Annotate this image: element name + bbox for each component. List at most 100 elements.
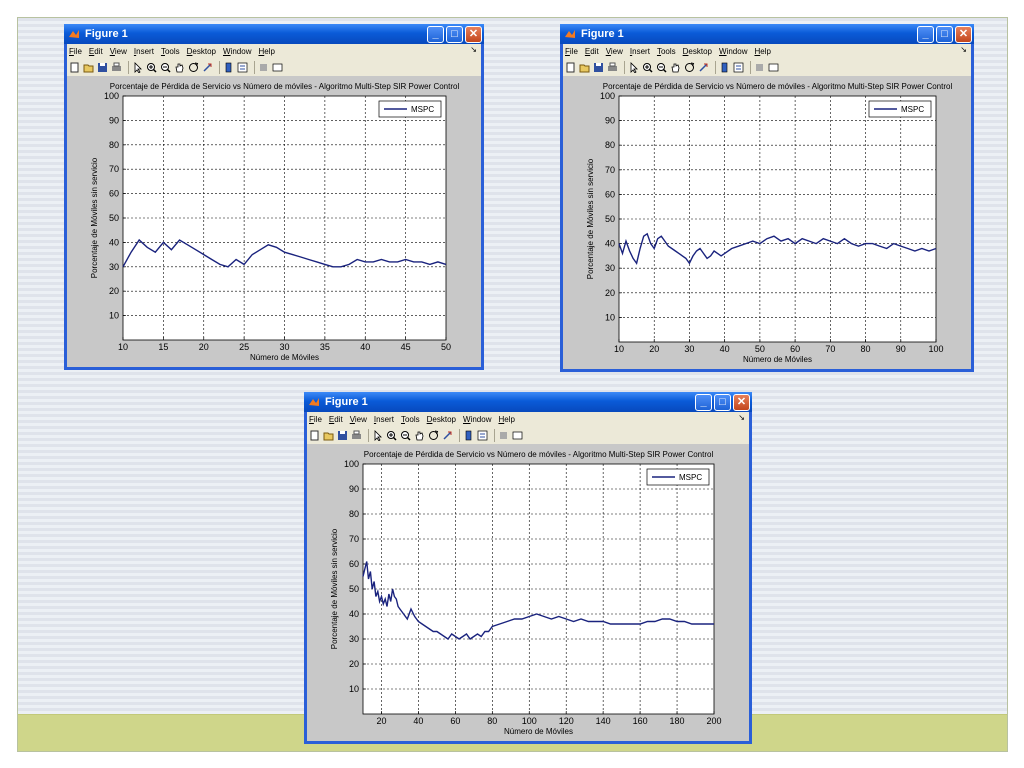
menu-insert[interactable]: Insert	[630, 47, 650, 56]
menu-file[interactable]: File	[565, 47, 578, 56]
open-file-icon[interactable]	[323, 430, 334, 441]
maximize-button[interactable]: □	[446, 25, 463, 43]
x-tick-label: 30	[684, 344, 694, 354]
save-icon[interactable]	[593, 62, 604, 73]
menu-view[interactable]: View	[110, 47, 127, 56]
menu-help[interactable]: Help	[754, 47, 770, 56]
y-axis-label: Porcentaje de Móviles sin servicio	[90, 157, 99, 278]
menu-edit[interactable]: Edit	[585, 47, 599, 56]
menu-file[interactable]: File	[69, 47, 82, 56]
close-button[interactable]: ✕	[465, 25, 482, 43]
save-icon[interactable]	[97, 62, 108, 73]
menu-edit[interactable]: Edit	[329, 415, 343, 424]
zoom-in-icon[interactable]	[642, 62, 653, 73]
toolbar-separator	[219, 60, 220, 74]
menu-tools[interactable]: Tools	[401, 415, 420, 424]
legend[interactable]: MSPC	[646, 468, 710, 486]
pointer-icon[interactable]	[372, 429, 383, 441]
y-tick-label: 30	[349, 634, 359, 644]
colorbar-icon[interactable]	[463, 430, 474, 441]
legend-icon[interactable]	[237, 62, 248, 73]
x-axis-label: Número de Móviles	[504, 727, 573, 736]
rotate-3d-icon[interactable]	[428, 430, 439, 441]
zoom-out-icon[interactable]	[656, 62, 667, 73]
rotate-3d-icon[interactable]	[188, 62, 199, 73]
title-bar[interactable]: Figure 1 _ □ ✕	[560, 24, 974, 44]
minimize-button[interactable]: _	[695, 393, 712, 411]
zoom-in-icon[interactable]	[386, 430, 397, 441]
menu-edit[interactable]: Edit	[89, 47, 103, 56]
menu-window[interactable]: Window	[463, 415, 491, 424]
menu-help[interactable]: Help	[498, 415, 514, 424]
open-file-icon[interactable]	[579, 62, 590, 73]
print-icon[interactable]	[111, 62, 122, 73]
zoom-out-icon[interactable]	[160, 62, 171, 73]
y-tick-label: 40	[349, 609, 359, 619]
hide-tools-icon[interactable]	[498, 430, 509, 441]
y-tick-label: 30	[109, 262, 119, 272]
menu-tools[interactable]: Tools	[657, 47, 676, 56]
menu-file[interactable]: File	[309, 415, 322, 424]
y-tick-label: 80	[605, 140, 615, 150]
menu-insert[interactable]: Insert	[374, 415, 394, 424]
data-cursor-icon[interactable]	[202, 62, 213, 73]
pan-hand-icon[interactable]	[174, 62, 185, 73]
menu-window[interactable]: Window	[223, 47, 251, 56]
minimize-button[interactable]: _	[427, 25, 444, 43]
pointer-icon[interactable]	[628, 61, 639, 73]
menu-desktop[interactable]: Desktop	[187, 47, 216, 56]
legend-icon[interactable]	[477, 430, 488, 441]
close-button[interactable]: ✕	[733, 393, 750, 411]
minimize-button[interactable]: _	[917, 25, 934, 43]
menu-desktop[interactable]: Desktop	[683, 47, 712, 56]
y-tick-label: 10	[349, 684, 359, 694]
figure-window-3[interactable]: Figure 1 _ □ ✕ File Edit View Insert Too…	[304, 392, 752, 744]
data-cursor-icon[interactable]	[698, 62, 709, 73]
new-figure-icon[interactable]	[309, 430, 320, 441]
dock-arrow-icon[interactable]: ↘	[470, 45, 477, 54]
hide-tools-icon[interactable]	[258, 62, 269, 73]
title-bar[interactable]: Figure 1 _ □ ✕	[64, 24, 484, 44]
legend[interactable]: MSPC	[868, 100, 932, 118]
figure-window-2[interactable]: Figure 1 _ □ ✕ File Edit View Insert Too…	[560, 24, 974, 372]
dock-arrow-icon[interactable]: ↘	[738, 413, 745, 422]
menu-insert[interactable]: Insert	[134, 47, 154, 56]
menu-view[interactable]: View	[606, 47, 623, 56]
menu-tools[interactable]: Tools	[161, 47, 180, 56]
close-button[interactable]: ✕	[955, 25, 972, 43]
dock-arrow-icon[interactable]: ↘	[960, 45, 967, 54]
menu-view[interactable]: View	[350, 415, 367, 424]
matlab-icon	[563, 27, 577, 41]
menu-window[interactable]: Window	[719, 47, 747, 56]
zoom-in-icon[interactable]	[146, 62, 157, 73]
save-icon[interactable]	[337, 430, 348, 441]
show-tools-icon[interactable]	[272, 62, 283, 73]
show-tools-icon[interactable]	[768, 62, 779, 73]
legend-icon[interactable]	[733, 62, 744, 73]
open-file-icon[interactable]	[83, 62, 94, 73]
new-figure-icon[interactable]	[69, 62, 80, 73]
show-tools-icon[interactable]	[512, 430, 523, 441]
x-tick-label: 80	[861, 344, 871, 354]
print-icon[interactable]	[351, 430, 362, 441]
menu-help[interactable]: Help	[258, 47, 274, 56]
figure-window-1[interactable]: Figure 1 _ □ ✕ File Edit View Insert Too…	[64, 24, 484, 370]
rotate-3d-icon[interactable]	[684, 62, 695, 73]
zoom-out-icon[interactable]	[400, 430, 411, 441]
pan-hand-icon[interactable]	[414, 430, 425, 441]
colorbar-icon[interactable]	[223, 62, 234, 73]
colorbar-icon[interactable]	[719, 62, 730, 73]
menu-desktop[interactable]: Desktop	[427, 415, 456, 424]
maximize-button[interactable]: □	[714, 393, 731, 411]
title-bar[interactable]: Figure 1 _ □ ✕	[304, 392, 752, 412]
data-cursor-icon[interactable]	[442, 430, 453, 441]
y-tick-label: 50	[605, 214, 615, 224]
legend[interactable]: MSPC	[378, 100, 442, 118]
maximize-button[interactable]: □	[936, 25, 953, 43]
pointer-icon[interactable]	[132, 61, 143, 73]
new-figure-icon[interactable]	[565, 62, 576, 73]
pan-hand-icon[interactable]	[670, 62, 681, 73]
print-icon[interactable]	[607, 62, 618, 73]
x-tick-label: 30	[279, 342, 289, 352]
hide-tools-icon[interactable]	[754, 62, 765, 73]
